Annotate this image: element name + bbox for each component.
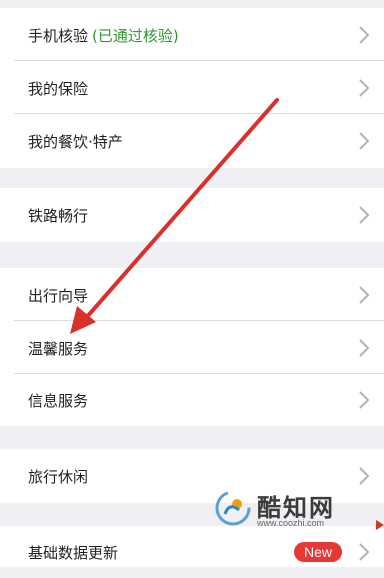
menu-item-label: 旅行休闲 (28, 467, 89, 486)
menu-item-label: 我的保险 (28, 79, 89, 98)
menu-item-travel-guide[interactable]: 出行向导 (0, 269, 384, 321)
settings-group-services: 出行向导 温馨服务 信息服务 (0, 268, 384, 426)
chevron-right-icon (359, 286, 370, 304)
edge-marker (376, 520, 384, 530)
menu-item-label: 出行向导 (28, 286, 89, 305)
new-badge: New (293, 542, 342, 562)
chevron-right-icon (359, 391, 370, 409)
menu-item-my-dining[interactable]: 我的餐饮·特产 (0, 115, 384, 167)
chevron-right-icon (359, 79, 370, 97)
chevron-right-icon (359, 26, 370, 44)
menu-item-label: 铁路畅行 (28, 206, 89, 225)
menu-item-label: 基础数据更新 (28, 543, 119, 562)
chevron-right-icon (359, 132, 370, 150)
menu-item-railway-pass[interactable]: 铁路畅行 (0, 189, 384, 241)
menu-item-label: 信息服务 (28, 391, 89, 410)
menu-item-label: 我的餐饮·特产 (28, 132, 123, 151)
settings-group-data: 基础数据更新 New (0, 526, 384, 567)
menu-item-info-service[interactable]: 信息服务 (0, 374, 384, 426)
menu-item-my-insurance[interactable]: 我的保险 (0, 62, 384, 114)
menu-item-data-update[interactable]: 基础数据更新 New (0, 526, 384, 578)
menu-item-phone-verification[interactable]: 手机核验 (已通过核验) (0, 9, 384, 61)
menu-item-warm-service[interactable]: 温馨服务 (0, 322, 384, 374)
coozhi-watermark: 酷知网 www.coozhi.com (215, 488, 355, 530)
chevron-right-icon (359, 339, 370, 357)
chevron-right-icon (359, 206, 370, 224)
verification-status: (已通过核验) (92, 26, 179, 45)
chevron-right-icon (359, 543, 370, 561)
settings-group-account: 手机核验 (已通过核验) 我的保险 我的餐饮·特产 (0, 8, 384, 168)
settings-group-railway: 铁路畅行 (0, 188, 384, 242)
coozhi-logo-icon (215, 490, 251, 526)
chevron-right-icon (359, 467, 370, 485)
menu-item-label: 温馨服务 (28, 339, 89, 358)
watermark-url: www.coozhi.com (257, 518, 325, 528)
menu-item-label: 手机核验 (28, 26, 89, 45)
